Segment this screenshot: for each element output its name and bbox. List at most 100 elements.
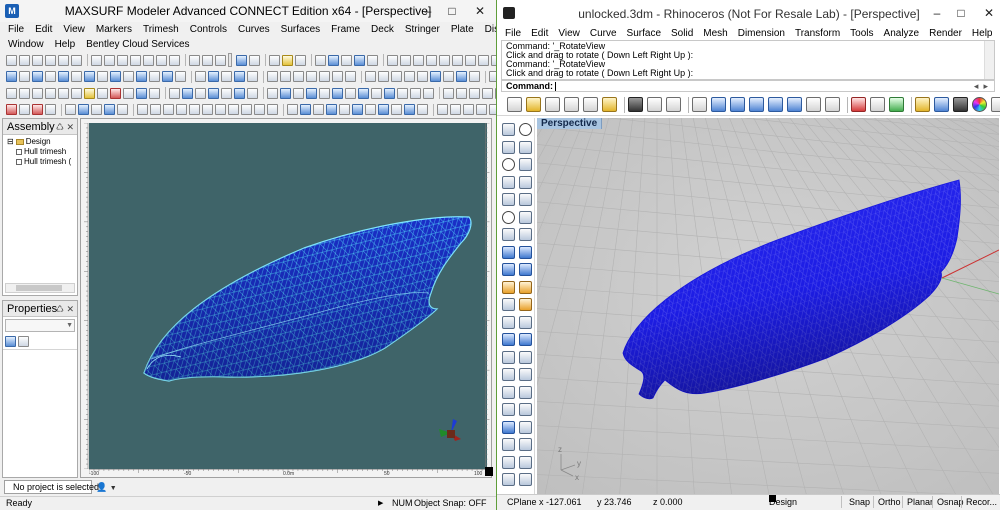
toolbar-tool-icon[interactable] [391,104,402,115]
modeling-tool-icon[interactable] [502,368,515,381]
toggle-ortho[interactable]: Ortho [878,495,901,509]
maxsurf-perspective-viewport[interactable]: -100 -50 0.0m 50 100 [80,118,493,478]
toolbar-tool-icon[interactable] [234,71,245,82]
pin-icon[interactable]: ♺ [56,304,64,314]
modeling-tool-icon[interactable] [519,298,532,311]
menu-help[interactable]: Help [55,39,76,50]
toolbar-tool-icon[interactable] [404,104,415,115]
modeling-tool-icon[interactable] [502,140,515,154]
toolbar-tool-icon[interactable] [410,87,421,99]
toolbar-tool-icon[interactable] [91,54,102,66]
toolbar-tool-icon[interactable] [280,71,291,82]
modeling-tool-icon[interactable] [519,193,532,206]
toggle-record-history[interactable]: Recor... [966,495,997,509]
toolbar-tool-icon[interactable] [430,71,441,82]
toolbar-command-icon[interactable] [851,97,866,112]
menu-markers[interactable]: Markers [96,24,132,35]
toolbar-tool-icon[interactable] [469,87,480,99]
toolbar-tool-icon[interactable] [247,71,258,82]
modeling-tool-icon[interactable] [502,263,515,276]
toolbar-tool-icon[interactable] [71,54,82,66]
toolbar-tool-icon[interactable] [149,87,160,99]
modeling-tool-icon[interactable] [519,403,532,416]
menu-surface[interactable]: Surface [627,28,661,39]
toolbar-tool-icon[interactable] [387,54,398,66]
toolbar-tool-icon[interactable] [19,87,30,99]
toolbar-tool-icon[interactable] [456,87,467,99]
toolbar-tool-icon[interactable] [443,71,454,82]
maximize-icon[interactable]: □ [440,0,464,22]
toolbar-tool-icon[interactable] [306,71,317,82]
toolbar-tool-icon[interactable] [413,54,424,66]
toolbar-tool-icon[interactable] [84,71,95,82]
toolbar-tool-icon[interactable] [202,54,213,66]
toolbar-tool-icon[interactable] [169,87,180,99]
toolbar-tool-icon[interactable] [104,54,115,66]
command-line-input[interactable]: Command: ◂ ▸ [501,80,995,92]
toolbar-tool-icon[interactable] [319,71,330,82]
toolbar-tool-icon[interactable] [32,104,43,115]
menu-help[interactable]: Help [972,28,993,39]
modeling-tool-icon[interactable] [519,245,532,259]
toolbar-command-icon[interactable] [953,97,968,112]
toolbar-tool-icon[interactable] [339,104,350,115]
toolbar-command-icon[interactable] [711,97,726,112]
status-object-snap[interactable]: Object Snap: OFF [414,497,487,510]
checkbox-icon[interactable] [16,159,22,165]
toolbar-tool-icon[interactable] [456,71,467,82]
modeling-tool-icon[interactable] [502,123,515,136]
toolbar-tool-icon[interactable] [236,54,247,66]
view-select[interactable]: Home Perspective▼ [228,53,232,67]
modeling-tool-icon[interactable] [502,438,515,451]
toolbar-tool-icon[interactable] [417,71,428,82]
modeling-tool-icon[interactable] [502,210,515,224]
toolbar-tool-icon[interactable] [189,54,200,66]
menu-view[interactable]: View [558,28,580,39]
toolbar-tool-icon[interactable] [478,54,489,66]
modeling-tool-icon[interactable] [502,350,515,364]
toolbar-tool-icon[interactable] [130,54,141,66]
toolbar-tool-icon[interactable] [162,71,173,82]
toolbar-tool-icon[interactable] [247,87,258,99]
toolbar-tool-icon[interactable] [332,87,343,99]
toolbar-tool-icon[interactable] [65,104,76,115]
modeling-tool-icon[interactable] [502,473,515,486]
tree-item-hull-trimesh[interactable]: Hull trimesh ( [7,157,77,167]
menu-controls[interactable]: Controls [190,24,227,35]
menu-curves[interactable]: Curves [238,24,270,35]
toolbar-tool-icon[interactable] [208,71,219,82]
toolbar-tool-icon[interactable] [189,104,200,115]
rhino-perspective-viewport[interactable]: z y x Perspective [537,118,999,494]
toolbar-tool-icon[interactable] [384,87,395,99]
checkbox-icon[interactable] [16,149,22,155]
modeling-tool-icon[interactable] [519,455,532,469]
modeling-tool-icon[interactable] [519,350,532,364]
toolbar-command-icon[interactable] [806,97,821,112]
toolbar-command-icon[interactable] [628,97,643,112]
modeling-tool-icon[interactable] [519,280,532,294]
toolbar-tool-icon[interactable] [378,104,389,115]
modeling-tool-icon[interactable] [519,228,532,241]
toolbar-command-icon[interactable] [507,97,522,112]
history-scrollbar[interactable] [984,41,994,79]
toolbar-tool-icon[interactable] [423,87,434,99]
toolbar-tool-icon[interactable] [293,87,304,99]
toolbar-tool-icon[interactable] [202,104,213,115]
toolbar-tool-icon[interactable] [426,54,437,66]
toolbar-tool-icon[interactable] [221,87,232,99]
pin-icon[interactable]: ♺ [56,122,64,132]
splitter-grip-icon[interactable]: ▶ [378,497,383,510]
toolbar-tool-icon[interactable] [156,54,167,66]
toolbar-tool-icon[interactable] [269,54,280,66]
toolbar-tool-icon[interactable] [241,104,252,115]
toolbar-tool-icon[interactable] [249,54,260,66]
close-icon[interactable]: ✕ [66,304,74,314]
properties-object-select[interactable]: ▼ [5,319,75,332]
modeling-tool-icon[interactable] [502,315,515,329]
toolbar-tool-icon[interactable] [58,71,69,82]
toolbar-tool-icon[interactable] [123,71,134,82]
toggle-planar[interactable]: Planar [907,495,933,509]
toolbar-tool-icon[interactable] [32,54,43,66]
assembly-horizontal-scrollbar[interactable] [5,283,75,293]
toolbar-tool-icon[interactable] [465,54,476,66]
